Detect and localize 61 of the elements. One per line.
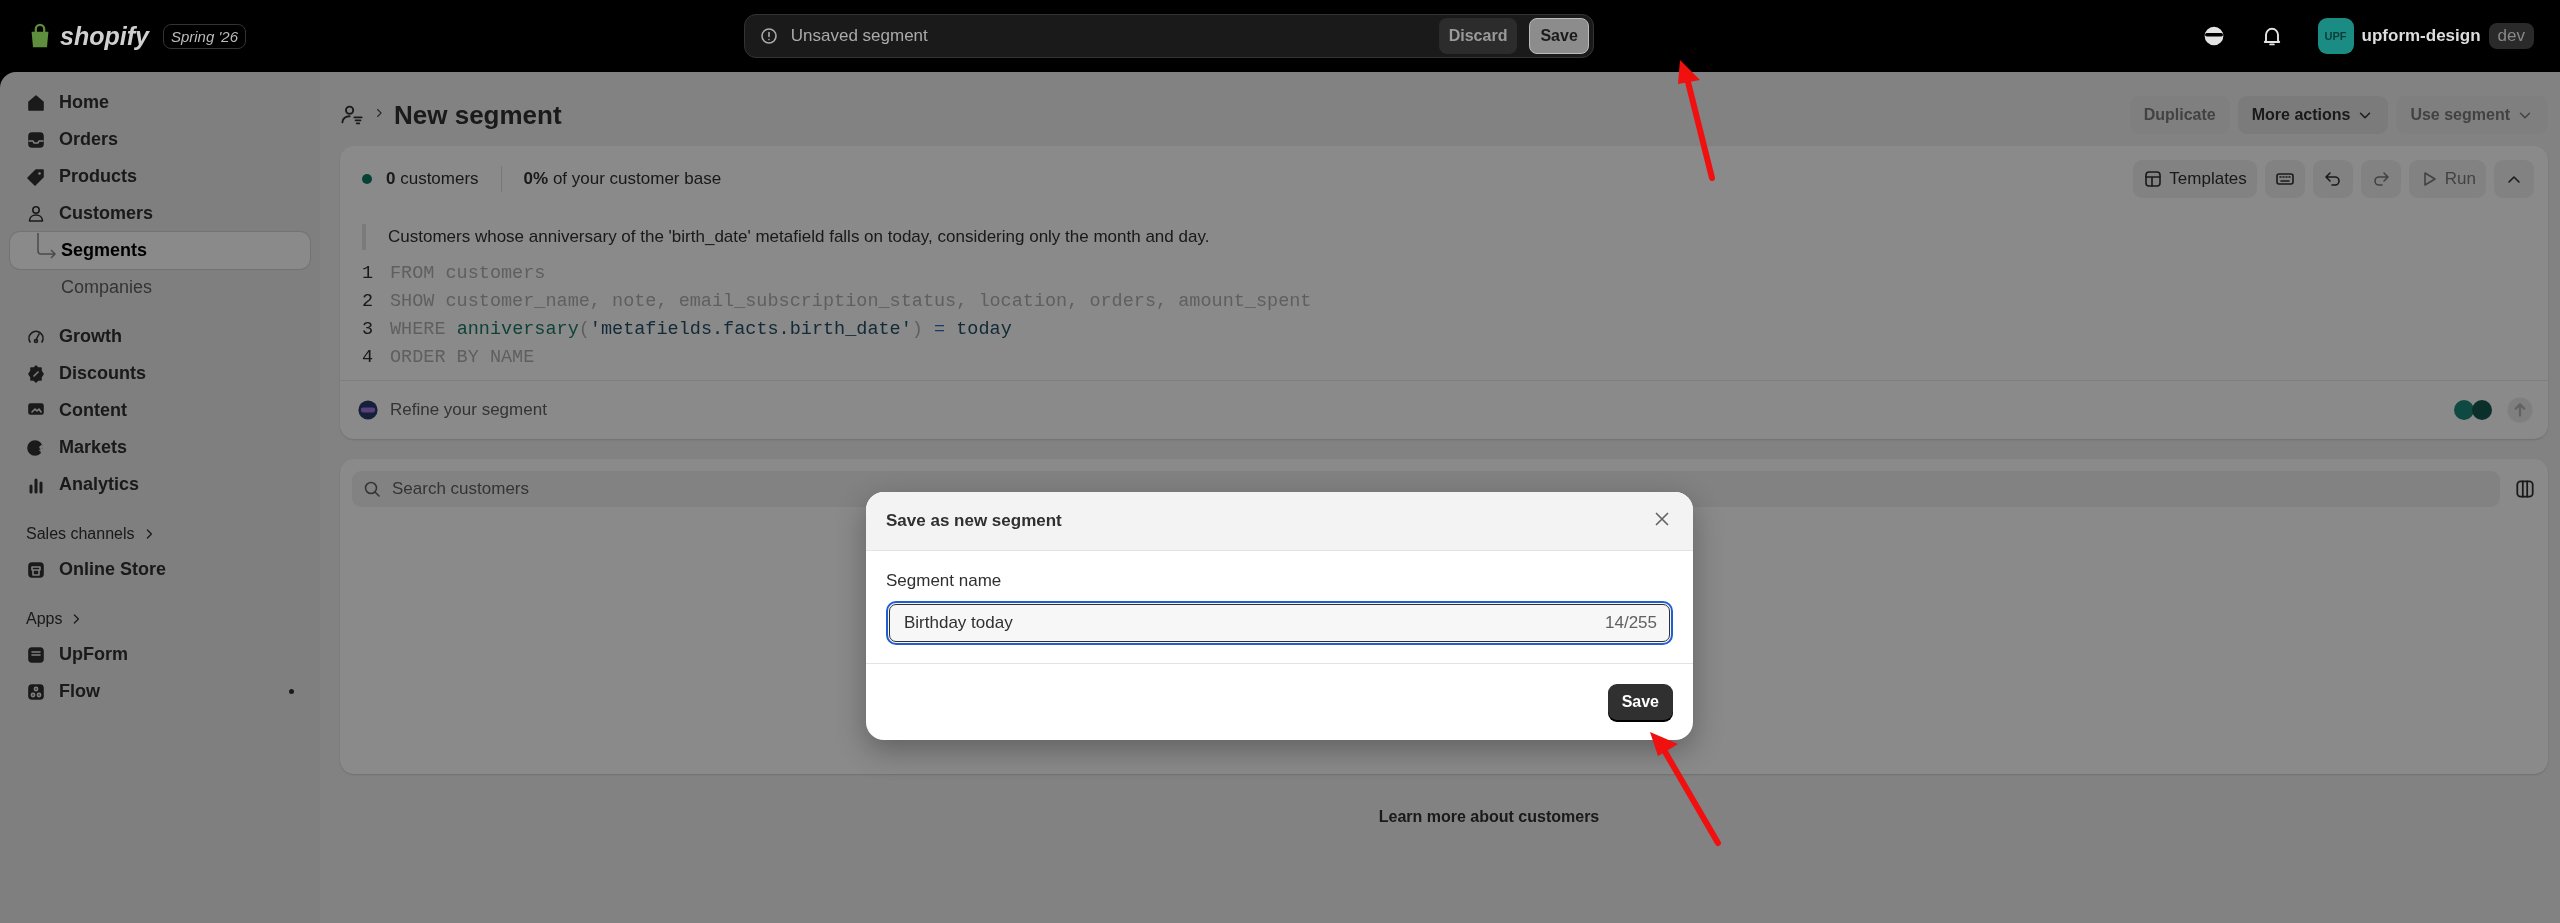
brand-logo[interactable]: shopify [26,21,149,51]
discount-icon [26,363,46,384]
sidebar-item[interactable]: Online Store [10,551,310,588]
field-label: Segment name [886,571,1003,591]
columns-icon [2514,478,2536,500]
character-counter: 14/255 [1605,613,1657,633]
sidebar-item[interactable]: Flow [10,673,310,710]
sidebar-item[interactable]: UpForm [10,636,310,673]
alert-icon [758,26,779,46]
sidebar-item[interactable]: Customers [10,195,310,232]
inbox-icon [26,129,46,150]
segment-name-input[interactable]: Birthday today [902,612,1605,634]
tag-icon [26,166,46,187]
sidebar-item[interactable]: Discounts [10,355,310,392]
refine-field[interactable]: Refine your segment [390,400,547,420]
flow-app-icon [26,681,46,702]
robot-avatar-icon [356,398,380,422]
undo-button[interactable] [2312,160,2353,198]
dialog-title: Save as new segment [886,511,1062,531]
layout-icon [2143,169,2164,189]
sidebar-subitem[interactable]: Companies [10,269,310,306]
form-app-icon [26,644,46,665]
discard-button[interactable]: Discard [1438,18,1518,54]
segment-person-icon [340,103,364,127]
customer-count: 0 customers [386,169,479,189]
store-avatar[interactable]: UPF [2317,18,2354,54]
line-number: 2 [362,290,372,314]
status-dot [362,174,372,184]
search-icon [362,479,382,499]
keyboard-button[interactable] [2264,160,2305,198]
undo-icon [2322,169,2343,189]
save-button[interactable]: Save [1529,18,1589,54]
templates-button[interactable]: Templates [2133,160,2257,198]
query-description: Customers whose anniversary of the 'birth_date' metafield falls on today, considering only the month and day. [362,224,2526,250]
collapse-button[interactable] [2494,160,2534,198]
page-title: New segment [394,99,562,131]
line-number: 3 [362,318,372,342]
sidebar-item[interactable]: Markets [10,429,310,466]
line-number: 1 [362,262,372,286]
sidebar-item[interactable]: Content [10,392,310,429]
sidebar-item[interactable]: Growth [10,318,310,355]
line-number: 4 [362,346,372,370]
sidebar-subitem[interactable]: Segments [10,232,310,269]
home-icon [26,92,46,113]
action-button[interactable]: More actions [2237,96,2389,134]
customer-share: 0% of your customer base [523,169,722,189]
person-icon [26,203,46,224]
sidebar-item[interactable]: Analytics [10,466,310,503]
sidebar-item[interactable]: Home [10,84,310,121]
store-badge: dev [2488,23,2534,49]
sidebar-item[interactable]: Products [10,158,310,195]
save-button[interactable]: Save [1607,684,1673,720]
store-name[interactable]: upform-design [2361,26,2481,46]
sidebar-item[interactable]: Orders [10,121,310,158]
section-heading[interactable]: Sales channels [10,517,310,551]
section-heading[interactable]: Apps [10,602,310,636]
save-bar-message: Unsaved segment [790,26,929,46]
version-badge: Spring '26 [162,23,246,49]
storefront-icon [26,559,46,580]
learn-more-link[interactable]: Learn more about customers [1378,808,1600,826]
segment-name-field[interactable]: Birthday today 14/255 [886,601,1673,645]
